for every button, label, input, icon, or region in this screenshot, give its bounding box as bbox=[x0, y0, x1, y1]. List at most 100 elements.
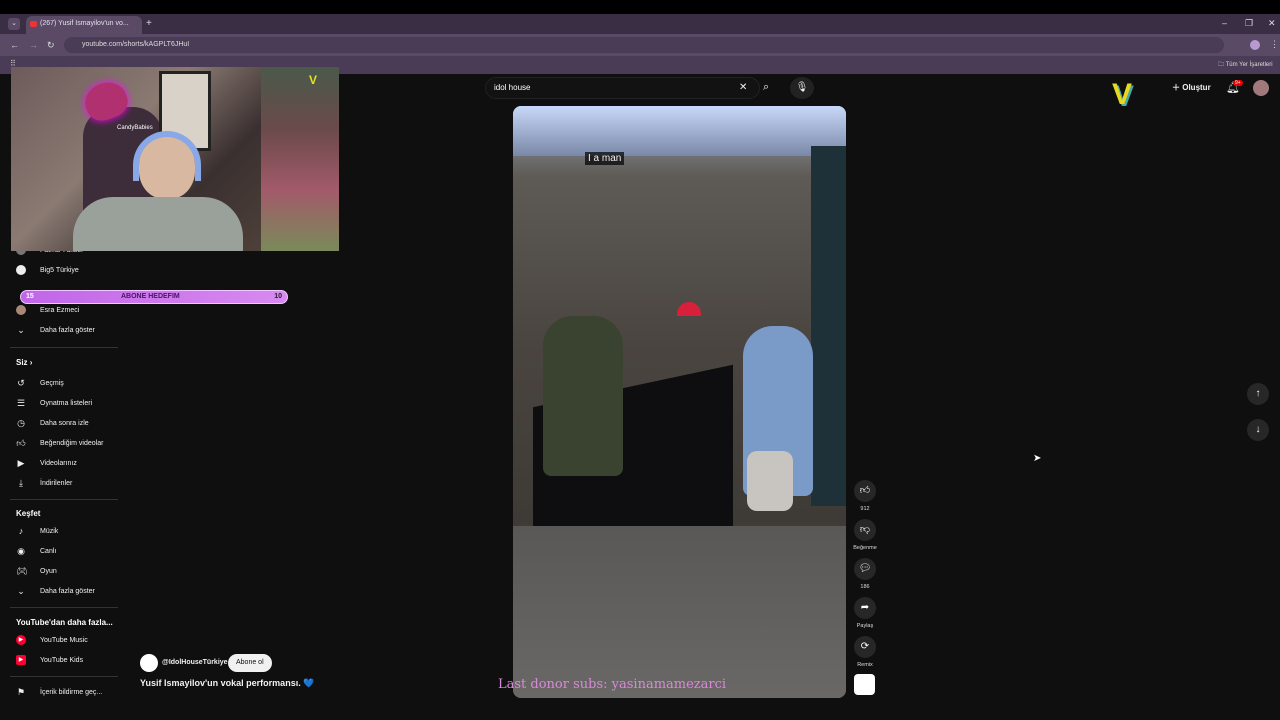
top-bar bbox=[0, 0, 1280, 14]
mouse-cursor-icon: ➤ bbox=[1033, 453, 1042, 464]
sidebar-item-liked[interactable]: 👍︎ Beğendiğim videolar bbox=[16, 434, 126, 452]
sidebar-sub-big5[interactable]: Big5 Türkiye bbox=[16, 261, 126, 279]
all-bookmarks-label: Tüm Yer İşaretleri bbox=[1225, 62, 1273, 68]
sidebar-item-gaming[interactable]: 🎮︎ Oyun bbox=[16, 562, 126, 580]
section-label: YouTube'dan daha fazla... bbox=[16, 618, 113, 627]
chevron-down-icon: ⌄ bbox=[17, 586, 25, 596]
sidebar-label: Oyun bbox=[40, 567, 57, 575]
notification-badge: 9+ bbox=[1233, 80, 1243, 86]
section-title-more-youtube: YouTube'dan daha fazla... bbox=[16, 618, 113, 627]
sidebar-item-your-videos[interactable]: ▶ Videolarınız bbox=[16, 454, 126, 472]
stool bbox=[747, 451, 793, 511]
sidebar-label: Beğendiğim videolar bbox=[40, 439, 104, 447]
sidebar-more-subs[interactable]: ⌄ Daha fazla göster bbox=[16, 321, 126, 339]
music-icon: ♪ bbox=[18, 526, 24, 536]
remix-button[interactable]: ⟳ bbox=[854, 636, 876, 658]
all-bookmarks[interactable]: 🗀 Tüm Yer İşaretleri bbox=[1218, 60, 1273, 70]
sidebar-label: Esra Ezmeci bbox=[40, 306, 80, 314]
browser-menu-icon[interactable]: ⋮ bbox=[1270, 39, 1279, 50]
search-input[interactable]: idol house bbox=[485, 77, 760, 99]
playlist-icon: ☰ bbox=[16, 398, 26, 408]
game-icon: 🎮︎ bbox=[16, 566, 28, 576]
sidebar-item-downloads[interactable]: ⤓ İndirilenler bbox=[16, 474, 126, 492]
profile-avatar-icon[interactable] bbox=[1250, 40, 1260, 50]
sidebar-item-yt-music[interactable]: ▶ YouTube Music bbox=[16, 631, 126, 649]
ceiling-light bbox=[513, 106, 846, 156]
webcam-channel-text: CandyBabies bbox=[117, 125, 153, 131]
avatar-icon bbox=[16, 305, 26, 315]
floor-lamp bbox=[677, 302, 701, 316]
sidebar-label: Oynatma listeleri bbox=[40, 399, 93, 407]
sidebar-item-history[interactable]: ↺ Geçmiş bbox=[16, 374, 126, 392]
sidebar-label: İçerik bildirme geç... bbox=[40, 688, 103, 696]
divider bbox=[10, 347, 118, 348]
sidebar-item-report[interactable]: ⚑ İçerik bildirme geç... bbox=[16, 683, 126, 701]
divider bbox=[10, 676, 118, 677]
sidebar-item-live[interactable]: ◉ Canlı bbox=[16, 542, 126, 560]
download-icon: ⤓ bbox=[19, 478, 23, 488]
url-field[interactable]: youtube.com/shorts/kAGPLT6JHuI bbox=[64, 37, 1224, 53]
avatar[interactable] bbox=[1253, 80, 1269, 96]
yt-music-icon: ▶ bbox=[16, 635, 26, 645]
create-button[interactable]: ＋ Oluştur bbox=[1172, 82, 1211, 93]
flag-icon: ⚑ bbox=[16, 687, 26, 697]
sidebar-explore-more[interactable]: ⌄ Daha fazla göster bbox=[16, 582, 126, 600]
like-button[interactable]: 👍︎ bbox=[854, 480, 876, 502]
divider bbox=[10, 607, 118, 608]
forward-icon[interactable]: → bbox=[29, 40, 38, 50]
next-short-button[interactable]: ↓ bbox=[1247, 419, 1269, 441]
goal-start: 15 bbox=[26, 293, 34, 300]
sidebar-item-playlists[interactable]: ☰ Oynatma listeleri bbox=[16, 394, 126, 412]
mic-icon[interactable]: 🎙︎ bbox=[790, 77, 814, 99]
like-icon: 👍︎ bbox=[16, 438, 26, 448]
remix-label: Remix bbox=[857, 662, 873, 668]
comment-count: 186 bbox=[860, 584, 870, 590]
yt-kids-icon: ▶ bbox=[16, 655, 26, 665]
minimize-icon[interactable]: – bbox=[1222, 18, 1227, 28]
history-icon: ↺ bbox=[17, 378, 25, 388]
tab-menu-icon[interactable]: ⌄ bbox=[8, 18, 20, 30]
create-label: Oluştur bbox=[1182, 83, 1211, 92]
sidebar-label: Daha fazla göster bbox=[40, 326, 95, 334]
share-button[interactable]: ➦ bbox=[854, 597, 876, 619]
v-logo-icon: V bbox=[309, 73, 318, 87]
tab-title: (267) Yusif Ismayilov'un vo... bbox=[40, 20, 129, 27]
sidebar-label: Daha sonra izle bbox=[40, 419, 89, 427]
search-icon[interactable]: ⌕ bbox=[763, 81, 769, 94]
section-title-explore: Keşfet bbox=[16, 509, 40, 518]
youtube-favicon-icon bbox=[30, 21, 37, 27]
goal-label: ABONE HEDEFIM bbox=[121, 293, 180, 300]
subscribe-button[interactable]: Abone ol bbox=[228, 654, 272, 672]
comments-button[interactable]: 💬︎ bbox=[854, 558, 876, 580]
url-text: youtube.com/shorts/kAGPLT6JHuI bbox=[82, 41, 190, 48]
section-title-you[interactable]: Siz › bbox=[16, 358, 32, 367]
v-logo-icon: V bbox=[1112, 78, 1133, 111]
close-window-icon[interactable]: ✕ bbox=[1268, 18, 1276, 29]
back-icon[interactable]: ← bbox=[10, 40, 19, 50]
sidebar-label: Videolarınız bbox=[40, 459, 77, 467]
new-tab-icon[interactable]: + bbox=[146, 18, 152, 29]
clear-search-icon[interactable]: ✕ bbox=[739, 82, 747, 93]
man-figure bbox=[543, 316, 623, 476]
browser-tab[interactable]: (267) Yusif Ismayilov'un vo... bbox=[26, 16, 142, 34]
dislike-button[interactable]: 👎︎ bbox=[854, 519, 876, 541]
restore-icon[interactable]: ❐ bbox=[1245, 18, 1253, 29]
sidebar-label: Geçmiş bbox=[40, 379, 64, 387]
reload-icon[interactable]: ↻ bbox=[47, 40, 55, 51]
sidebar-label: YouTube Kids bbox=[40, 656, 84, 664]
dislike-label: Beğenme bbox=[853, 545, 877, 551]
audio-thumbnail[interactable] bbox=[854, 674, 875, 695]
short-video-player[interactable]: I a man bbox=[513, 106, 846, 698]
sidebar-item-watch-later[interactable]: ◷ Daha sonra izle bbox=[16, 414, 126, 432]
section-label: Keşfet bbox=[16, 509, 41, 518]
sidebar-label: Canlı bbox=[40, 547, 57, 555]
subscriber-goal-bar: 15 ABONE HEDEFIM 10 bbox=[20, 290, 288, 304]
previous-short-button[interactable]: ↑ bbox=[1247, 383, 1269, 405]
sidebar-item-music[interactable]: ♪ Müzik bbox=[16, 522, 126, 540]
channel-avatar[interactable] bbox=[140, 654, 158, 672]
sidebar-label: YouTube Music bbox=[40, 636, 88, 644]
video-caption: I a man bbox=[585, 152, 625, 165]
channel-name[interactable]: @IdolHouseTürkiye bbox=[162, 659, 228, 666]
sidebar-label: Müzik bbox=[40, 527, 59, 535]
sidebar-item-yt-kids[interactable]: ▶ YouTube Kids bbox=[16, 651, 126, 669]
